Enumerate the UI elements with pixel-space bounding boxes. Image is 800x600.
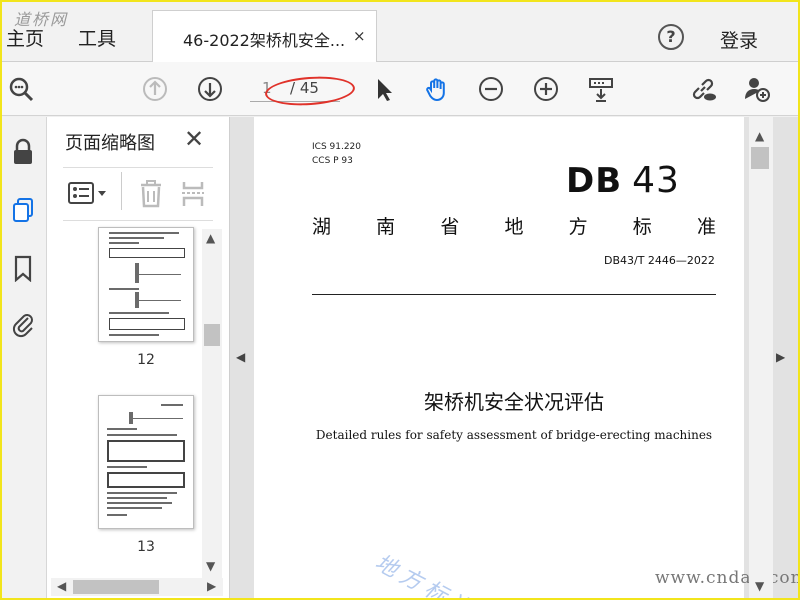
menu-bar: 道桥网 主页 工具 46-2022架桥机安全... × ? 登录 — [0, 0, 800, 63]
db-logo: DB 43 — [566, 160, 680, 201]
scroll-down-icon[interactable]: ▼ — [206, 559, 215, 573]
zoom-out-icon[interactable] — [476, 74, 506, 104]
extract-page-icon[interactable] — [179, 179, 207, 213]
db-logo-letters: DB — [566, 161, 623, 201]
collapse-left-icon[interactable]: ◀ — [236, 350, 245, 364]
document-vertical-scrollbar[interactable]: ▲ ▼ — [749, 117, 773, 600]
thumbnails-horizontal-scrollbar[interactable]: ◀ ▶ — [51, 578, 223, 596]
toolbar-divider — [121, 172, 122, 210]
standard-title-char: 湖 — [312, 216, 332, 238]
add-user-icon[interactable] — [742, 74, 772, 104]
menu-tools[interactable]: 工具 — [78, 24, 116, 51]
thumbnails-vertical-scrollbar[interactable]: ▲ ▼ — [202, 229, 222, 579]
thumbnails-close-icon[interactable]: ✕ — [184, 125, 204, 153]
document-title-cn: 架桥机安全状况评估 — [424, 390, 604, 414]
standard-title-char: 准 — [696, 216, 716, 238]
scroll-up-icon[interactable]: ▲ — [206, 231, 215, 245]
thumbnail-options-icon[interactable] — [67, 179, 109, 211]
arrow-down-icon[interactable] — [195, 74, 225, 104]
site-url-watermark: www.cndao.com — [655, 568, 800, 588]
thumbnail-label: 12 — [137, 352, 155, 368]
scroll-left-icon[interactable]: ◀ — [57, 579, 66, 593]
share-link-icon[interactable] — [688, 74, 718, 104]
thumbnail-label: 13 — [137, 539, 155, 555]
attachment-icon[interactable] — [6, 307, 40, 341]
collapse-right-icon[interactable]: ▶ — [776, 350, 785, 364]
select-arrow-icon[interactable] — [368, 74, 398, 104]
login-button[interactable]: 登录 — [720, 26, 758, 53]
menu-home[interactable]: 主页 — [6, 24, 44, 51]
thumbnails-title: 页面缩略图 — [65, 133, 155, 154]
document-divider — [312, 294, 716, 295]
standard-title: 湖 南 省 地 方 标 准 — [312, 212, 716, 239]
zoom-search-icon[interactable] — [6, 74, 36, 104]
left-rail — [0, 117, 47, 600]
standard-title-char: 方 — [568, 216, 588, 238]
ccs-code: CCS P 93 — [312, 156, 353, 166]
hand-icon[interactable] — [422, 74, 452, 104]
standard-number: DB43/T 2446—2022 — [604, 254, 715, 267]
arrow-up-icon[interactable] — [140, 74, 170, 104]
ics-code: ICS 91.220 — [312, 142, 362, 152]
standard-title-char: 省 — [440, 216, 460, 238]
scroll-mode-icon[interactable] — [586, 74, 616, 104]
thumbnails-panel: 页面缩略图 ✕ 12 13 ▲ ▼ ◀ ▶ — [47, 117, 230, 600]
scrollbar-thumb[interactable] — [751, 147, 769, 169]
document-tab[interactable]: 46-2022架桥机安全... × — [152, 10, 377, 63]
toolbar: 1 / 45 — [0, 62, 800, 116]
delete-page-icon[interactable] — [137, 179, 165, 213]
scrollbar-thumb[interactable] — [204, 324, 220, 346]
zoom-in-icon[interactable] — [531, 74, 561, 104]
standard-title-char: 南 — [376, 216, 396, 238]
thumbnail-page-12[interactable] — [98, 227, 194, 342]
scroll-right-icon[interactable]: ▶ — [207, 579, 216, 593]
tab-title: 46-2022架桥机安全... — [183, 31, 346, 50]
scroll-up-icon[interactable]: ▲ — [755, 129, 764, 143]
thumbnails-toolbar — [63, 167, 213, 221]
lock-icon[interactable] — [6, 135, 40, 169]
bookmark-icon[interactable] — [6, 251, 40, 285]
document-classification: ICS 91.220 CCS P 93 — [312, 140, 361, 168]
scrollbar-thumb[interactable] — [73, 580, 159, 594]
tab-close-icon[interactable]: × — [353, 27, 366, 45]
pages-icon[interactable] — [6, 193, 40, 227]
thumbnail-page-13[interactable] — [98, 395, 194, 529]
standard-title-char: 地 — [504, 216, 524, 238]
standard-title-char: 标 — [632, 216, 652, 238]
help-icon[interactable]: ? — [658, 24, 684, 50]
scroll-down-icon[interactable]: ▼ — [755, 579, 764, 593]
db-logo-number: 43 — [632, 160, 680, 201]
document-title-en: Detailed rules for safety assessment of … — [315, 428, 713, 442]
